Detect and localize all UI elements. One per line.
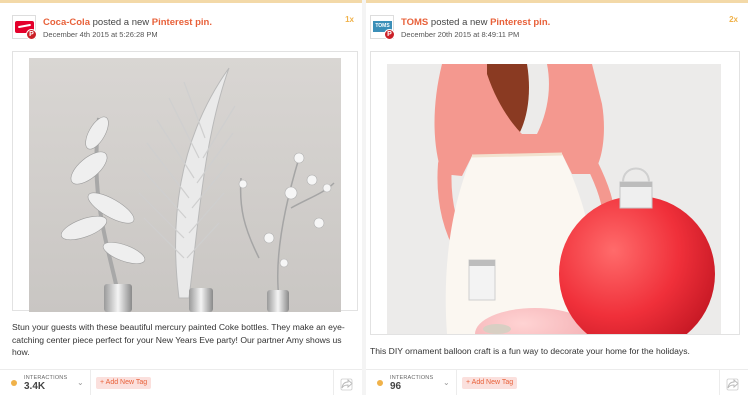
post-header: P Coca-Cola posted a new Pinterest pin. … <box>12 15 354 45</box>
interactions-count: 96 <box>390 381 402 392</box>
rank-badge: 2x <box>729 15 738 24</box>
chevron-down-icon[interactable]: ⌄ <box>443 378 450 387</box>
add-tag-button[interactable]: + Add New Tag <box>96 377 152 389</box>
footer-divider <box>90 370 91 395</box>
ornament-balloon-image <box>387 64 721 334</box>
post-footer: INTERACTIONS 96 ⌄ + Add New Tag <box>366 369 748 395</box>
post-image[interactable] <box>29 58 341 312</box>
post-image[interactable] <box>387 64 721 334</box>
pinterest-pin-link[interactable]: Pinterest pin. <box>152 17 212 28</box>
post-media <box>12 51 358 312</box>
post-action-text: posted a new <box>430 17 488 28</box>
post-date: December 4th 2015 at 5:26:28 PM <box>43 30 158 39</box>
chevron-down-icon[interactable]: ⌄ <box>77 378 84 387</box>
post-title: TOMS posted a new Pinterest pin. <box>401 17 550 28</box>
post-caption: This DIY ornament balloon craft is a fun… <box>370 346 690 356</box>
post-action-text: posted a new <box>92 17 150 28</box>
footer-divider <box>456 370 457 395</box>
interactions-dot-icon <box>11 380 17 386</box>
rank-badge: 1x <box>345 15 354 24</box>
add-tag-button[interactable]: + Add New Tag <box>462 377 518 389</box>
post-footer: INTERACTIONS 3.4K ⌄ + Add New Tag <box>0 369 362 395</box>
silver-bottles-image <box>29 58 341 312</box>
pinterest-icon: P <box>26 29 37 40</box>
post-media <box>370 51 740 335</box>
post-card-toms: TOMS P TOMS posted a new Pinterest pin. … <box>366 0 748 395</box>
interactions-count: 3.4K <box>24 381 46 392</box>
post-date: December 20th 2015 at 8:49:11 PM <box>401 30 520 39</box>
brand-name-link[interactable]: TOMS <box>401 17 428 28</box>
pinterest-icon: P <box>384 29 395 40</box>
footer-divider <box>719 370 720 395</box>
pinterest-pin-link[interactable]: Pinterest pin. <box>490 17 550 28</box>
footer-divider <box>333 370 334 395</box>
interactions-dot-icon <box>377 380 383 386</box>
share-icon[interactable] <box>340 377 354 391</box>
post-header: TOMS P TOMS posted a new Pinterest pin. … <box>370 15 740 45</box>
share-icon[interactable] <box>726 377 740 391</box>
post-caption: Stun your guests with these beautiful me… <box>12 322 345 357</box>
brand-name-link[interactable]: Coca-Cola <box>43 17 90 28</box>
post-title: Coca-Cola posted a new Pinterest pin. <box>43 17 212 28</box>
post-card-coca-cola: P Coca-Cola posted a new Pinterest pin. … <box>0 0 362 395</box>
